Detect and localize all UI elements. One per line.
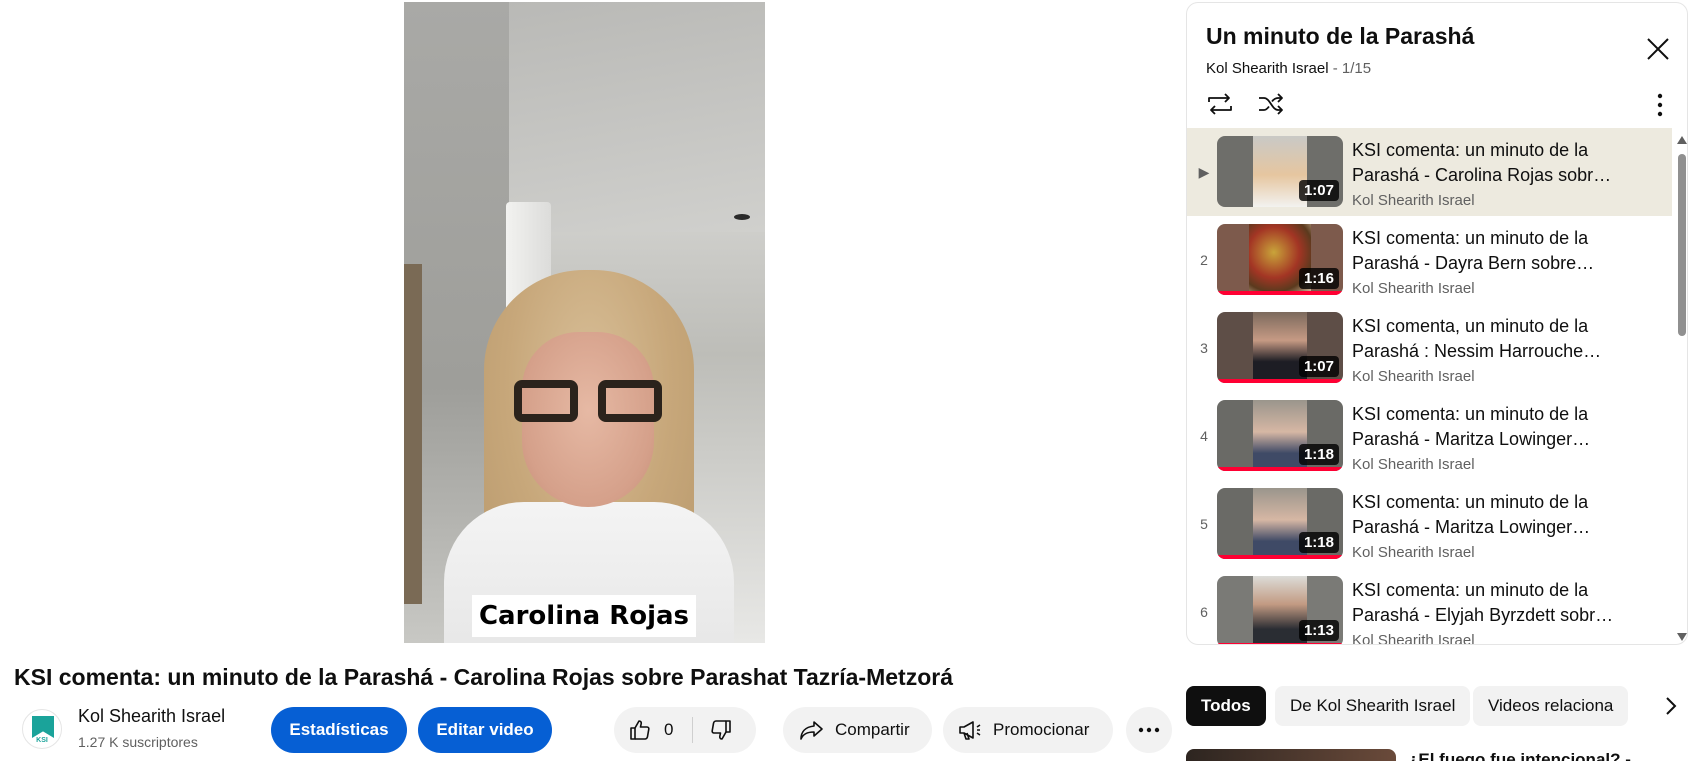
- chip-from-channel[interactable]: De Kol Shearith Israel: [1275, 686, 1471, 726]
- playlist-scrollbar[interactable]: [1674, 128, 1687, 644]
- like-count: 0: [664, 720, 674, 739]
- playlist-index: 3: [1200, 340, 1208, 356]
- playlist-index: 6: [1200, 604, 1208, 620]
- thumbs-up-icon: [630, 720, 650, 740]
- promote-label: Promocionar: [993, 720, 1090, 739]
- thumbs-down-icon: [711, 720, 731, 740]
- video-scene-door: [404, 264, 422, 604]
- share-arrow-icon: [800, 721, 823, 740]
- playlist-item[interactable]: ▶ 1:07 KSI comenta: un minuto de la Para…: [1187, 128, 1672, 216]
- edit-video-button[interactable]: Editar video: [418, 707, 552, 753]
- playlist-position: - 1/15: [1328, 60, 1372, 77]
- playlist-owner[interactable]: Kol Shearith Israel: [1206, 60, 1329, 77]
- video-title-link[interactable]: KSI comenta: un minuto de la Parashá - M…: [1352, 490, 1652, 540]
- video-duration: 1:07: [1298, 180, 1339, 201]
- video-thumbnail[interactable]: 1:16: [1217, 224, 1343, 295]
- video-duration: 1:07: [1298, 356, 1339, 377]
- scrollbar-thumb[interactable]: [1678, 154, 1686, 336]
- video-thumbnail[interactable]: 1:18: [1217, 400, 1343, 471]
- like-button[interactable]: 0: [614, 707, 692, 753]
- close-icon[interactable]: [1642, 33, 1674, 65]
- video-channel[interactable]: Kol Shearith Israel: [1352, 544, 1475, 561]
- megaphone-icon: [959, 721, 981, 740]
- playlist-panel: Un minuto de la Parashá Kol Shearith Isr…: [1186, 2, 1688, 645]
- loop-icon[interactable]: [1205, 89, 1235, 119]
- more-vertical-icon[interactable]: [1647, 91, 1673, 119]
- video-title: KSI comenta: un minuto de la Parashá - C…: [14, 664, 953, 690]
- video-title-link[interactable]: KSI comenta: un minuto de la Parashá - M…: [1352, 402, 1652, 452]
- video-duration: 1:16: [1298, 268, 1339, 289]
- video-thumbnail[interactable]: 1:13: [1217, 576, 1343, 644]
- analytics-button[interactable]: Estadísticas: [271, 707, 407, 753]
- subscriber-count: 1.27 K suscriptores: [78, 734, 198, 750]
- video-channel[interactable]: Kol Shearith Israel: [1352, 456, 1475, 473]
- video-duration: 1:18: [1298, 532, 1339, 553]
- video-player[interactable]: Carolina Rojas: [0, 0, 1162, 643]
- promote-button[interactable]: Promocionar: [943, 707, 1113, 753]
- video-thumbnail[interactable]: 1:07: [1217, 136, 1343, 207]
- dislike-button[interactable]: [693, 707, 733, 753]
- filter-chips: Todos De Kol Shearith Israel Videos rela…: [1186, 686, 1692, 726]
- video-title-link[interactable]: KSI comenta, un minuto de la Parashá : N…: [1352, 314, 1652, 364]
- watch-progress-bar: [1217, 291, 1343, 295]
- chip-all[interactable]: Todos: [1186, 686, 1266, 726]
- related-video-title[interactable]: ¿El fuego fue intencional? -: [1408, 750, 1631, 761]
- watch-progress-bar: [1217, 467, 1343, 471]
- video-channel[interactable]: Kol Shearith Israel: [1352, 368, 1475, 385]
- chevron-right-icon: [1666, 697, 1677, 715]
- watch-progress-bar: [1217, 555, 1343, 559]
- more-horizontal-icon: [1138, 727, 1160, 733]
- playlist-index: 5: [1200, 516, 1208, 532]
- playlist-item[interactable]: 2 1:16 KSI comenta: un minuto de la Para…: [1187, 216, 1672, 304]
- watch-progress-bar: [1217, 643, 1343, 644]
- playlist-index: 4: [1200, 428, 1208, 444]
- playlist-item[interactable]: 5 1:18 KSI comenta: un minuto de la Para…: [1187, 480, 1672, 568]
- video-person-glasses: [514, 380, 662, 426]
- scroll-down-arrow-icon[interactable]: [1677, 633, 1687, 641]
- playlist-item[interactable]: 3 1:07 KSI comenta, un minuto de la Para…: [1187, 304, 1672, 392]
- channel-name[interactable]: Kol Shearith Israel: [78, 706, 225, 727]
- video-channel[interactable]: Kol Shearith Israel: [1352, 280, 1475, 297]
- now-playing-indicator: ▶: [1198, 164, 1210, 180]
- video-name-overlay: Carolina Rojas: [472, 595, 696, 637]
- video-title-link[interactable]: KSI comenta: un minuto de la Parashá - E…: [1352, 578, 1652, 628]
- chip-related[interactable]: Videos relaciona: [1473, 686, 1629, 726]
- video-thumbnail[interactable]: 1:18: [1217, 488, 1343, 559]
- video-channel[interactable]: Kol Shearith Israel: [1352, 192, 1475, 209]
- video-title-link[interactable]: KSI comenta: un minuto de la Parashá - D…: [1352, 226, 1652, 276]
- playlist-item[interactable]: 4 1:18 KSI comenta: un minuto de la Para…: [1187, 392, 1672, 480]
- playlist-index: 2: [1200, 252, 1208, 268]
- video-duration: 1:18: [1298, 444, 1339, 465]
- related-video-thumbnail[interactable]: [1186, 749, 1396, 761]
- playlist-items: ▶ 1:07 KSI comenta: un minuto de la Para…: [1187, 128, 1672, 644]
- video-channel[interactable]: Kol Shearith Israel: [1352, 632, 1475, 644]
- like-dislike-group: 0: [614, 707, 756, 753]
- channel-row: KSI Kol Shearith Israel 1.27 K suscripto…: [14, 706, 1172, 761]
- channel-logo-icon: [32, 716, 54, 738]
- playlist-title[interactable]: Un minuto de la Parashá: [1206, 23, 1474, 50]
- watch-progress-bar: [1217, 379, 1343, 383]
- playlist-subtitle: Kol Shearith Israel - 1/15: [1206, 60, 1371, 77]
- playlist-header: Un minuto de la Parashá Kol Shearith Isr…: [1187, 3, 1687, 127]
- video-frame[interactable]: Carolina Rojas: [404, 2, 765, 643]
- video-scene-light: [734, 214, 750, 220]
- video-title-link[interactable]: KSI comenta: un minuto de la Parashá - C…: [1352, 138, 1652, 188]
- chips-next-button[interactable]: [1647, 686, 1692, 726]
- video-thumbnail[interactable]: 1:07: [1217, 312, 1343, 383]
- channel-avatar[interactable]: KSI: [22, 709, 62, 749]
- scroll-up-arrow-icon[interactable]: [1677, 136, 1687, 144]
- more-actions-button[interactable]: [1126, 707, 1172, 753]
- share-label: Compartir: [835, 720, 910, 739]
- shuffle-icon[interactable]: [1256, 89, 1286, 119]
- playlist-item[interactable]: 6 1:13 KSI comenta: un minuto de la Para…: [1187, 568, 1672, 644]
- video-scene-ceiling: [509, 2, 765, 232]
- video-duration: 1:13: [1298, 620, 1339, 641]
- share-button[interactable]: Compartir: [783, 707, 932, 753]
- channel-logo-text: KSI: [36, 737, 48, 744]
